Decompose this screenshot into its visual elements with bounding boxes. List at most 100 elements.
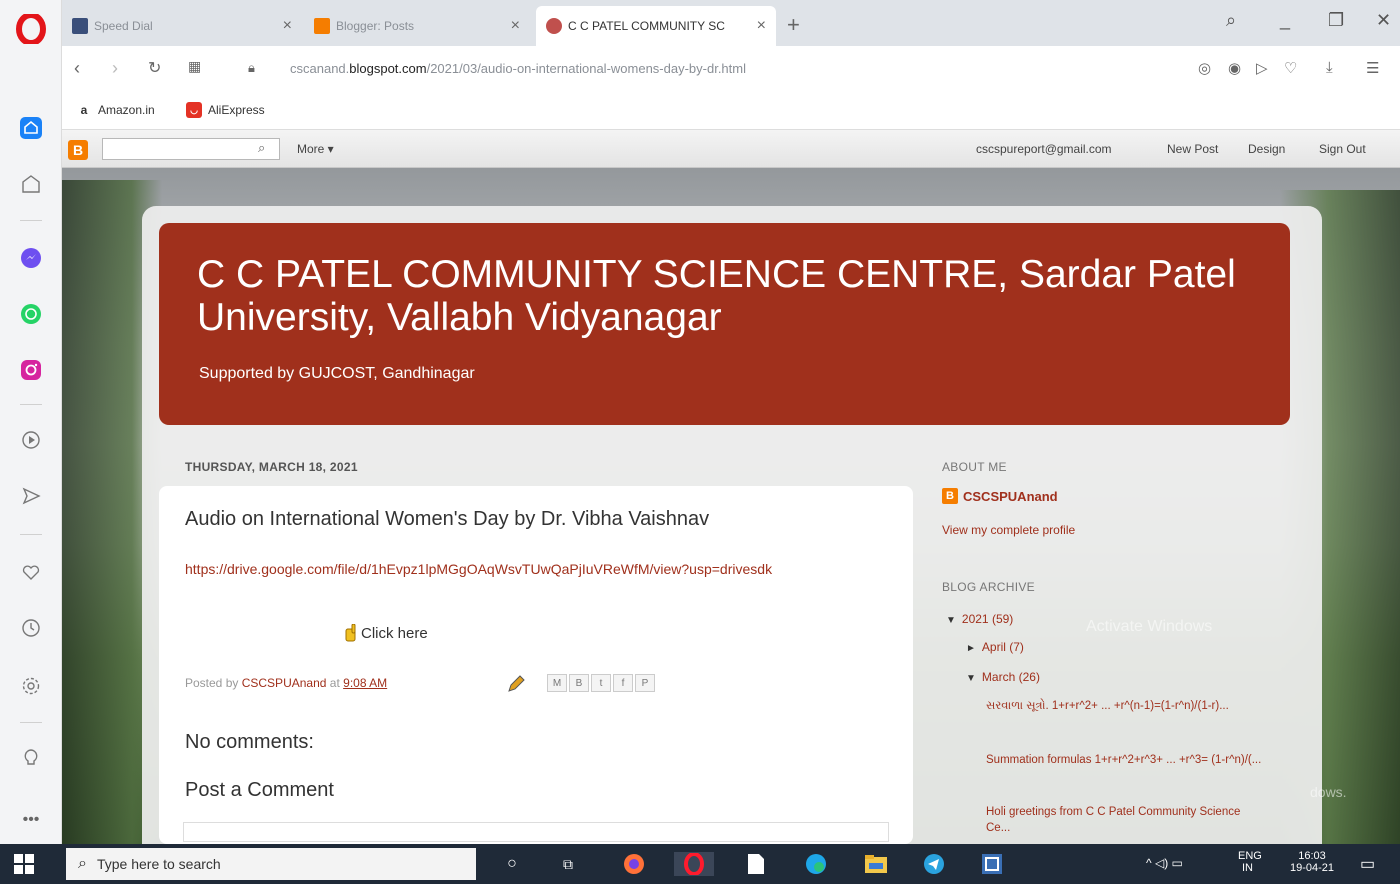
no-comments-heading: No comments: [185, 731, 314, 753]
blogger-logo-icon[interactable]: B [68, 140, 88, 160]
activate-windows-watermark: Activate Windows [1086, 618, 1213, 635]
language-indicator[interactable]: ENG IN [1238, 850, 1262, 874]
post-drive-link[interactable]: https://drive.google.com/file/d/1hEvpz1l… [185, 558, 865, 580]
pencil-edit-icon[interactable] [506, 674, 526, 694]
adblock-icon[interactable]: ◉ [1228, 59, 1241, 77]
easy-setup-icon[interactable]: ☰ [1366, 59, 1379, 77]
edge-icon[interactable] [804, 852, 828, 876]
design-link[interactable]: Design [1248, 142, 1285, 156]
archive-post-link[interactable]: Holi greetings from C C Patel Community … [986, 804, 1266, 836]
search-icon: ⌕ [78, 855, 87, 872]
tray-icons[interactable]: ^ ◁) ▭ [1146, 856, 1183, 870]
windows-start-icon[interactable] [14, 854, 34, 874]
close-window-button[interactable]: ✕ [1376, 10, 1391, 31]
blog-description: Supported by GUJCOST, Gandhinagar [199, 365, 475, 382]
search-icon[interactable]: ⌕ [258, 140, 265, 156]
tab-bar: Speed Dial × Blogger: Posts × C C PATEL … [62, 0, 1400, 46]
tab-blogger-posts[interactable]: Blogger: Posts × [304, 6, 530, 46]
minimize-button[interactable]: _ [1280, 10, 1290, 31]
settings-icon[interactable] [19, 674, 43, 698]
post-card: Audio on International Women's Day by Dr… [159, 486, 913, 844]
telegram-icon[interactable] [922, 852, 946, 876]
post-footer: Posted by CSCSPUAnand at 9:08 AM [185, 676, 388, 690]
click-here-link[interactable]: Click here [345, 624, 428, 642]
address-bar: ‹ › ↻ ▦ 🔒︎ cscanand.blogspot.com/2021/03… [62, 46, 1400, 92]
notifications-icon[interactable]: ▭ [1360, 854, 1375, 874]
bookmark-aliexpress[interactable]: ◡ AliExpress [186, 102, 265, 118]
tab-active-page[interactable]: C C PATEL COMMUNITY SC × [536, 6, 776, 46]
pointing-hand-icon [345, 624, 356, 642]
player-icon[interactable] [19, 428, 43, 452]
new-tab-button[interactable]: + [787, 12, 800, 38]
post-title[interactable]: Audio on International Women's Day by Dr… [185, 508, 709, 531]
url-domain: blogspot.com [349, 61, 427, 76]
close-icon[interactable]: × [757, 17, 766, 35]
blogger-icon [314, 18, 330, 34]
file-explorer-icon[interactable] [864, 852, 888, 876]
lock-icon[interactable]: 🔒︎ [248, 60, 255, 76]
flow-icon[interactable] [19, 484, 43, 508]
home-icon[interactable] [19, 116, 43, 140]
file-icon[interactable] [744, 852, 768, 876]
close-icon[interactable]: × [283, 17, 292, 35]
email-share-button[interactable]: M [547, 674, 567, 692]
archive-april[interactable]: ► April (7) [966, 640, 1024, 654]
blog-search-input[interactable] [102, 138, 280, 160]
triangle-down-icon[interactable]: ▼ [966, 673, 976, 684]
triangle-right-icon[interactable]: ► [966, 643, 976, 654]
facebook-share-button[interactable]: f [613, 674, 633, 692]
close-icon[interactable]: × [511, 17, 520, 35]
instagram-icon[interactable] [19, 358, 43, 382]
tab-speed-dial[interactable]: Speed Dial × [62, 6, 302, 46]
bookmark-heart-icon[interactable]: ♡ [1284, 59, 1297, 77]
sign-out-link[interactable]: Sign Out [1319, 142, 1366, 156]
archive-year-2021[interactable]: ▼ 2021 (59) [946, 612, 1013, 626]
comment-input[interactable] [183, 822, 889, 842]
task-view-icon[interactable]: ⧉ [556, 852, 580, 876]
triangle-down-icon[interactable]: ▼ [946, 615, 956, 626]
tabs-grid-icon[interactable]: ▦ [188, 58, 201, 75]
account-email[interactable]: cscspureport@gmail.com [976, 142, 1112, 156]
blog-title[interactable]: C C PATEL COMMUNITY SCIENCE CENTRE, Sard… [197, 253, 1267, 339]
url-path: /2021/03/audio-on-international-womens-d… [426, 61, 746, 76]
more-menu[interactable]: More ▾ [297, 142, 334, 156]
download-icon[interactable]: ⤓ [1326, 59, 1333, 76]
archive-march[interactable]: ▼ March (26) [966, 670, 1040, 684]
archive-post-link[interactable]: સરવાળા સૂત્રો. 1+r+r^2+ ... +r^(n-1)=(1-… [986, 698, 1266, 714]
camera-icon[interactable]: ◎ [1198, 59, 1211, 77]
send-icon[interactable]: ▷ [1256, 59, 1268, 77]
post-author-link[interactable]: CSCSPUAnand [242, 676, 327, 690]
firefox-icon[interactable] [622, 852, 646, 876]
restore-button[interactable]: ❐ [1328, 10, 1344, 31]
taskbar-search-input[interactable]: ⌕ Type here to search [66, 848, 476, 880]
bookmark-amazon[interactable]: a Amazon.in [76, 102, 155, 118]
more-icon[interactable]: ••• [19, 808, 43, 832]
whatsapp-icon[interactable] [19, 302, 43, 326]
new-post-link[interactable]: New Post [1167, 142, 1218, 156]
heart-icon[interactable] [19, 560, 43, 584]
aliexpress-icon: ◡ [186, 102, 202, 118]
cortana-icon[interactable]: ○ [500, 852, 524, 876]
history-icon[interactable] [19, 616, 43, 640]
blogthis-share-button[interactable]: B [569, 674, 589, 692]
messenger-icon[interactable] [19, 246, 43, 270]
search-tabs-icon[interactable]: ⌕ [1226, 10, 1236, 31]
url-field[interactable]: cscanand.blogspot.com/2021/03/audio-on-i… [290, 61, 746, 76]
opera-taskbar-icon[interactable] [674, 852, 714, 876]
lightbulb-icon[interactable] [19, 746, 43, 770]
post-comment-heading: Post a Comment [185, 779, 334, 801]
pinterest-share-button[interactable]: P [635, 674, 655, 692]
view-profile-link[interactable]: View my complete profile [942, 523, 1075, 537]
forward-button[interactable]: › [112, 58, 118, 79]
speed-dial-icon[interactable] [19, 172, 43, 196]
app-grid-icon[interactable] [980, 852, 1004, 876]
back-button[interactable]: ‹ [74, 58, 80, 79]
clock[interactable]: 16:03 19-04-21 [1290, 850, 1334, 874]
post-timestamp-link[interactable]: 9:08 AM [343, 676, 387, 690]
reload-button[interactable]: ↻ [148, 58, 161, 78]
profile-name-link[interactable]: B CSCSPUAnand [942, 488, 1058, 504]
share-buttons: M B t f P [547, 674, 655, 692]
twitter-share-button[interactable]: t [591, 674, 611, 692]
archive-post-link[interactable]: Summation formulas 1+r+r^2+r^3+ ... +r^3… [986, 752, 1266, 768]
opera-logo-icon[interactable] [16, 14, 46, 44]
